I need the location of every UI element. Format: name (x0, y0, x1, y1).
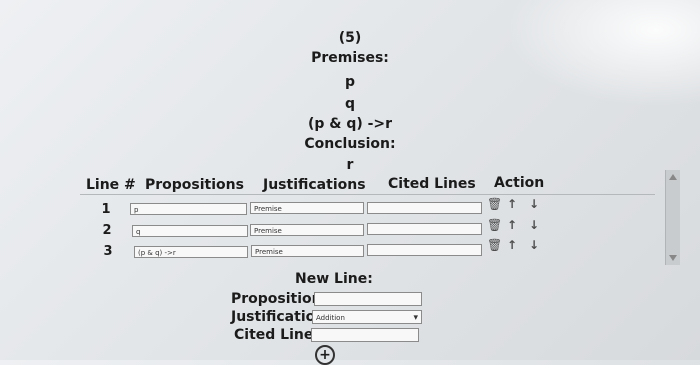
table-scrollbar[interactable] (665, 170, 680, 265)
arrow-down-icon[interactable]: ↓ (529, 197, 539, 211)
premises-label: Premises: (311, 50, 389, 66)
arrow-up-icon[interactable]: ↑ (507, 197, 517, 211)
header-justifications: Justifications (263, 177, 366, 193)
conclusion: r (346, 157, 354, 173)
premise-3: (p & q) ->r (307, 116, 393, 132)
conclusion-label: Conclusion: (304, 136, 396, 152)
proposition-field[interactable]: p (130, 203, 247, 215)
header-cited-lines: Cited Lines (388, 176, 476, 192)
proposition-field[interactable]: q (132, 225, 248, 237)
trash-icon[interactable]: 🗑 (487, 238, 502, 252)
plus-circle-icon[interactable]: + (315, 345, 335, 365)
new-line-title: New Line: (295, 271, 373, 287)
justification-select[interactable]: Addition ▾ (312, 310, 422, 324)
chevron-down-icon: ▾ (413, 313, 418, 323)
line-number: 3 (103, 244, 113, 259)
arrow-up-icon[interactable]: ↑ (507, 238, 517, 252)
scroll-up-icon[interactable] (669, 174, 677, 180)
arrow-up-icon[interactable]: ↑ (507, 218, 517, 232)
justification-field[interactable]: Premise (250, 202, 364, 214)
trash-icon[interactable]: 🗑 (487, 218, 502, 232)
table-divider (80, 194, 655, 195)
premise-1: p (344, 74, 356, 90)
premise-2: q (344, 96, 356, 112)
proposition-field[interactable]: (p & q) ->r (134, 246, 248, 258)
line-number: 2 (102, 223, 112, 238)
justification-field[interactable]: Premise (251, 245, 364, 257)
new-proposition-input[interactable] (314, 292, 422, 306)
header-action: Action (494, 175, 545, 191)
scroll-down-icon[interactable] (669, 255, 677, 261)
cited-lines-field[interactable] (367, 202, 482, 214)
line-number: 1 (101, 202, 111, 217)
arrow-down-icon[interactable]: ↓ (529, 218, 539, 232)
arrow-down-icon[interactable]: ↓ (529, 238, 539, 252)
justification-selected-value: Addition (316, 314, 345, 322)
header-propositions: Propositions (145, 177, 244, 193)
header-line: Line # (86, 177, 136, 193)
proposition-label: Proposition: (231, 291, 328, 307)
problem-number: (5) (338, 30, 362, 46)
cited-lines-field[interactable] (367, 223, 482, 235)
trash-icon[interactable]: 🗑 (487, 197, 502, 211)
justification-field[interactable]: Premise (250, 224, 364, 236)
cited-lines-field[interactable] (367, 244, 482, 256)
new-cited-lines-input[interactable] (311, 328, 419, 342)
